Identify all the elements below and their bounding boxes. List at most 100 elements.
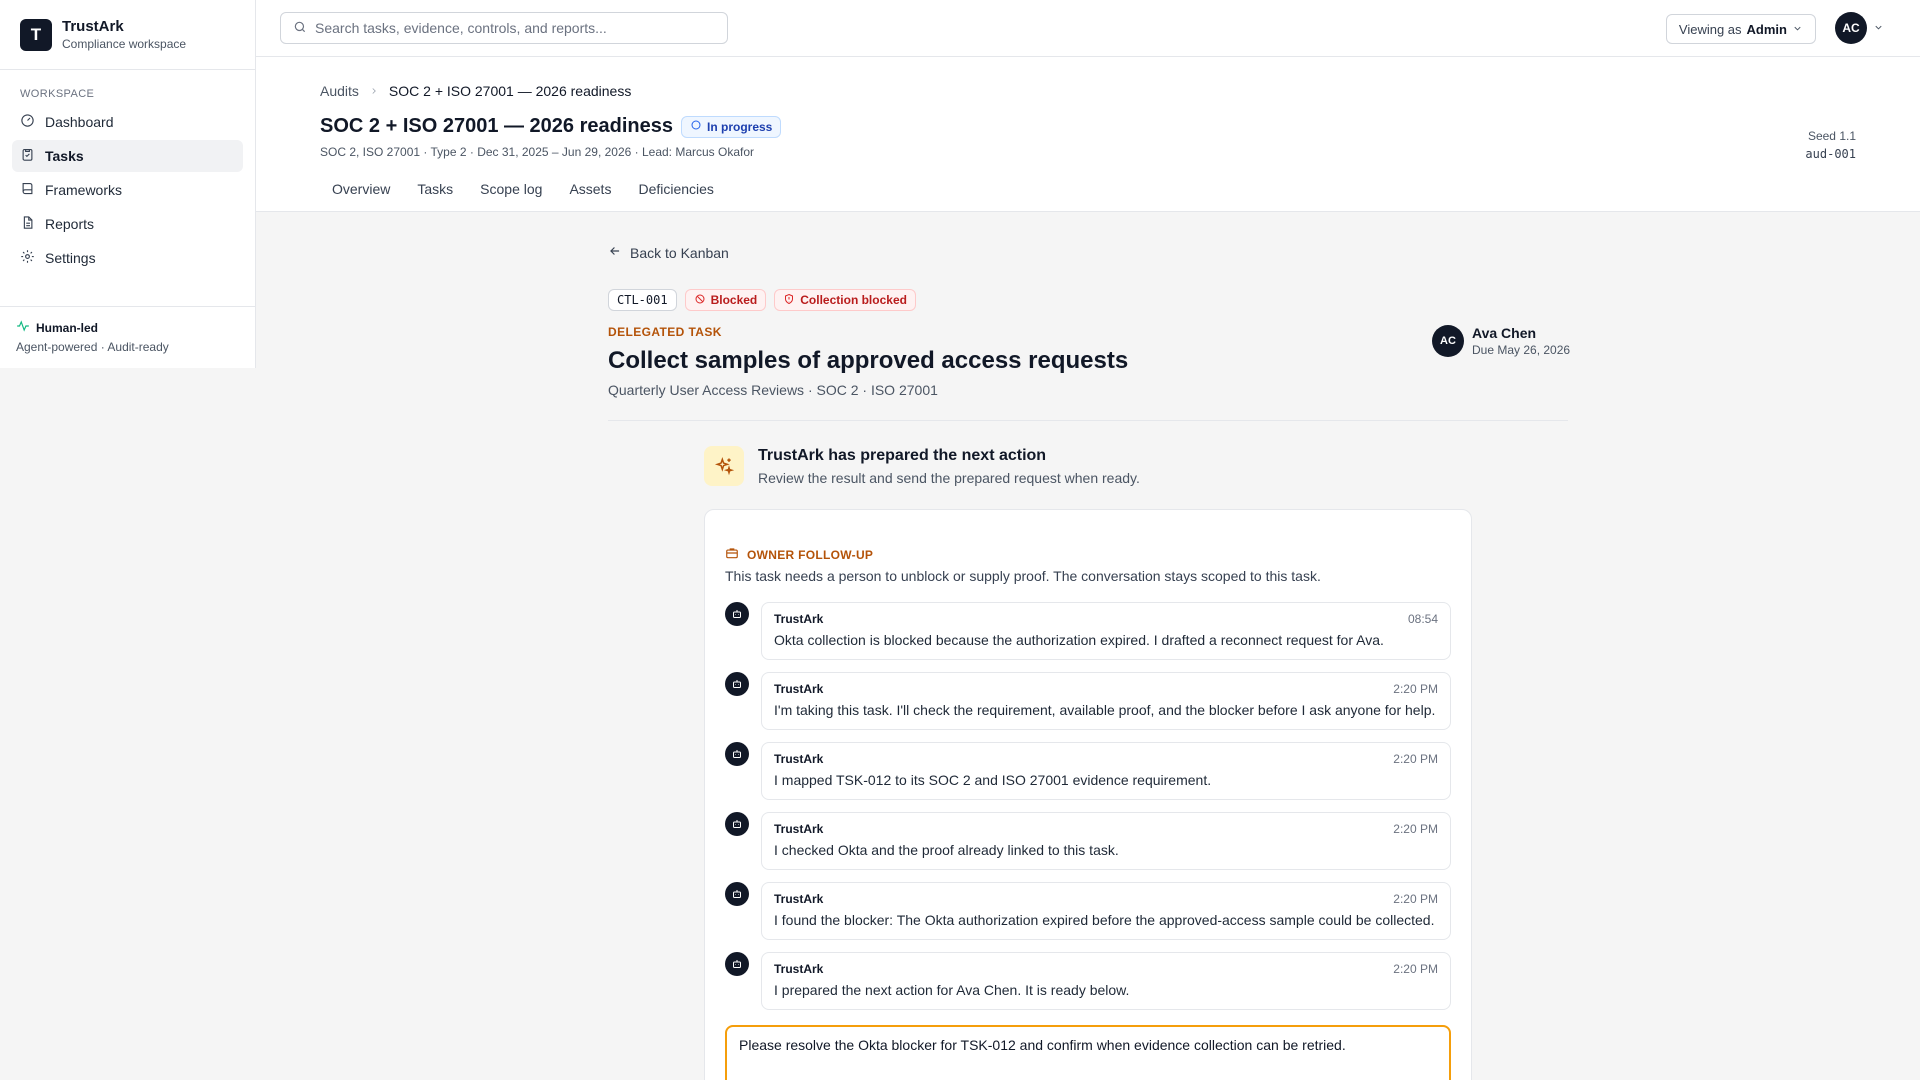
message-item: TrustArk 2:20 PM I prepared the next act… [725, 952, 1451, 1010]
message-text: I prepared the next action for Ava Chen.… [774, 982, 1130, 998]
followup-heading: OWNER FOLLOW-UP [725, 546, 873, 563]
followup-label: OWNER FOLLOW-UP [747, 547, 874, 562]
message-time: 2:20 PM [1393, 822, 1438, 836]
task-kicker: DELEGATED TASK [608, 325, 722, 339]
message-bubble: TrustArk 2:20 PM I'm taking this task. I… [761, 672, 1451, 730]
sidebar-item-settings[interactable]: Settings [12, 242, 243, 274]
message-list: TrustArk 08:54 Okta collection is blocke… [725, 602, 1451, 1022]
audit-tabs: Overview Tasks Scope log Assets Deficien… [332, 181, 714, 197]
message-text: I'm taking this task. I'll check the req… [774, 702, 1436, 718]
collection-blocked-label: Collection blocked [800, 293, 907, 307]
top-bar: Viewing as Admin AC [256, 0, 1920, 57]
task-tags: CTL-001 Blocked Collection blocked [608, 289, 916, 311]
blocked-badge: Blocked [684, 289, 767, 311]
task-id-badge: CTL-001 [608, 289, 677, 311]
sidebar-item-reports[interactable]: Reports [12, 208, 243, 240]
bot-icon [725, 812, 749, 836]
message-time: 2:20 PM [1393, 892, 1438, 906]
sidebar-item-frameworks[interactable]: Frameworks [12, 174, 243, 206]
chevron-right-icon [369, 83, 379, 99]
tab-tasks[interactable]: Tasks [417, 181, 453, 197]
document-icon [20, 215, 35, 233]
pulse-icon [16, 319, 30, 336]
message-author: TrustArk [774, 822, 824, 836]
sidebar-item-dashboard[interactable]: Dashboard [12, 106, 243, 138]
message-item: TrustArk 08:54 Okta collection is blocke… [725, 602, 1451, 660]
brand[interactable]: T TrustArk Compliance workspace [0, 0, 255, 70]
message-item: TrustArk 2:20 PM I'm taking this task. I… [725, 672, 1451, 730]
sidebar-heading: WORKSPACE [20, 88, 95, 100]
status-circle-icon [690, 119, 702, 134]
breadcrumb-current: SOC 2 + ISO 27001 — 2026 readiness [388, 83, 632, 99]
status-label: In progress [707, 119, 773, 134]
footer-title: Human-led [36, 320, 99, 335]
viewing-as-dropdown[interactable]: Viewing as Admin [1665, 14, 1816, 44]
message-item: TrustArk 2:20 PM I mapped TSK-012 to its… [725, 742, 1451, 800]
sidebar-item-label: Tasks [45, 148, 84, 164]
prepared-title: TrustArk has prepared the next action [758, 447, 1047, 464]
message-bubble: TrustArk 2:20 PM I prepared the next act… [761, 952, 1451, 1010]
page-title: SOC 2 + ISO 27001 — 2026 readiness [320, 115, 673, 137]
bot-icon [725, 672, 749, 696]
owner-followup-panel: OWNER FOLLOW-UP This task needs a person… [704, 509, 1472, 1080]
tab-scope-log[interactable]: Scope log [480, 181, 542, 197]
bot-icon [725, 952, 749, 976]
prepared-subtitle: Review the result and send the prepared … [758, 470, 1140, 486]
briefcase-icon [725, 546, 739, 563]
message-bubble: TrustArk 08:54 Okta collection is blocke… [761, 602, 1451, 660]
ban-icon [694, 293, 706, 308]
search-box[interactable] [280, 12, 728, 44]
blocked-label: Blocked [710, 293, 758, 307]
assignee-avatar: AC [1432, 325, 1464, 357]
arrow-left-icon [608, 244, 622, 261]
sidebar-nav: WORKSPACE Dashboard Tasks Frameworks Rep… [0, 70, 255, 276]
status-badge: In progress [681, 115, 782, 138]
sidebar-item-tasks[interactable]: Tasks [12, 140, 243, 172]
message-bubble: TrustArk 2:20 PM I mapped TSK-012 to its… [761, 742, 1451, 800]
message-time: 2:20 PM [1393, 962, 1438, 976]
back-label: Back to Kanban [630, 244, 729, 261]
viewing-prefix: Viewing as [1678, 21, 1742, 37]
message-author: TrustArk [774, 682, 824, 696]
user-menu[interactable]: AC [1835, 12, 1884, 44]
brand-subtitle: Compliance workspace [62, 37, 187, 51]
message-time: 2:20 PM [1393, 682, 1438, 696]
search-input[interactable] [315, 20, 715, 36]
bot-icon [725, 882, 749, 906]
sparkles-icon [704, 446, 744, 486]
dashboard-icon [20, 113, 35, 131]
viewing-role: Admin [1746, 21, 1787, 37]
message-text: I mapped TSK-012 to its SOC 2 and ISO 27… [774, 772, 1212, 788]
message-bubble: TrustArk 2:20 PM I found the blocker: Th… [761, 882, 1451, 940]
message-author: TrustArk [774, 752, 824, 766]
bot-icon [725, 602, 749, 626]
tab-overview[interactable]: Overview [332, 181, 390, 197]
tab-deficiencies[interactable]: Deficiencies [638, 181, 713, 197]
search-icon [293, 20, 307, 37]
message-text: I found the blocker: The Okta authorizat… [774, 912, 1435, 928]
footer-subtitle: Agent-powered · Audit-ready [16, 340, 169, 354]
seed-label: Seed 1.1 [1807, 129, 1856, 143]
divider [608, 420, 1568, 421]
task-title: Collect samples of approved access reque… [608, 347, 1129, 374]
chevron-down-icon [1873, 20, 1884, 36]
audit-id: aud-001 [1805, 147, 1856, 161]
message-item: TrustArk 2:20 PM I checked Okta and the … [725, 812, 1451, 870]
message-author: TrustArk [774, 892, 824, 906]
chevron-down-icon [1792, 22, 1803, 37]
collection-blocked-badge: Collection blocked [774, 289, 916, 311]
message-time: 08:54 [1407, 612, 1438, 626]
breadcrumb: Audits SOC 2 + ISO 27001 — 2026 readines… [320, 83, 631, 99]
message-bubble: TrustArk 2:20 PM I checked Okta and the … [761, 812, 1451, 870]
assignee[interactable]: AC Ava Chen Due May 26, 2026 [1432, 325, 1570, 357]
back-to-kanban-link[interactable]: Back to Kanban [608, 244, 729, 261]
message-item: TrustArk 2:20 PM I found the blocker: Th… [725, 882, 1451, 940]
prepared-action-header: TrustArk has prepared the next action Re… [704, 446, 1140, 486]
reply-textarea[interactable]: Please resolve the Okta blocker for TSK-… [725, 1025, 1451, 1080]
shield-icon [783, 293, 795, 308]
sidebar: T TrustArk Compliance workspace WORKSPAC… [0, 0, 256, 368]
bot-icon [725, 742, 749, 766]
breadcrumb-audits[interactable]: Audits [320, 83, 359, 99]
tab-assets[interactable]: Assets [569, 181, 611, 197]
message-author: TrustArk [774, 962, 824, 976]
